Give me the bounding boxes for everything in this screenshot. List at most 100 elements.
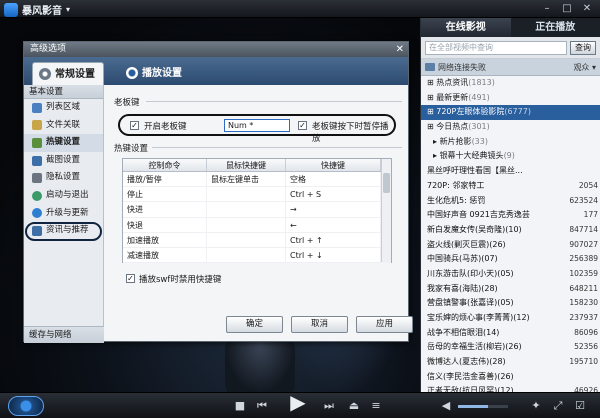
video-list-item[interactable]: ⊞ 720P左眼体验影院(6777) <box>421 105 600 121</box>
nav-item-screenshot[interactable]: 截图设置 <box>24 152 103 170</box>
hotkey-table-row[interactable]: 快退 ← <box>123 217 391 233</box>
video-list-item[interactable]: 岳母的幸福生活(柳岩)(26) 52356 <box>421 340 600 355</box>
toolbox-icon[interactable]: ✦ <box>529 399 543 413</box>
ok-button[interactable]: 确定 <box>226 316 283 333</box>
cancel-button[interactable]: 取消 <box>291 316 348 333</box>
dialog-title: 高级选项 <box>30 44 67 54</box>
table-scrollbar[interactable] <box>381 159 391 262</box>
nav-item-startup-exit[interactable]: 启动与退出 <box>24 187 103 205</box>
minimize-icon[interactable]: – <box>541 3 553 14</box>
app-logo[interactable]: 暴风影音 ▾ <box>4 2 70 17</box>
video-list-item[interactable]: ⊞ 今日热点(301) <box>421 120 600 135</box>
video-list-item-count: (301) <box>468 122 490 132</box>
video-list-item[interactable]: 新白发魔女传(吴奇隆)(10) 847714 <box>421 223 600 238</box>
expand-box-icon[interactable]: ⊞ <box>427 122 436 131</box>
lock-icon <box>32 173 42 184</box>
column-header-command[interactable]: 控制命令 <box>123 159 207 171</box>
video-play-count: 847714 <box>569 224 598 234</box>
video-list-item-label: 今日热点 <box>436 122 469 132</box>
power-icon <box>32 190 42 201</box>
online-video-panel: 在线影视 正在播放 在全部视频中查询 查询 网络连接失败 观众 ▾ ⊞ 热点资讯… <box>420 18 600 392</box>
video-list-item[interactable]: 正者无敌(抗日风罕)(12) 46926 <box>421 384 600 392</box>
video-list-item[interactable]: 中国骑兵(马苏)(07) 256389 <box>421 252 600 267</box>
apply-button[interactable]: 应用 <box>356 316 413 333</box>
nav-item-file-association[interactable]: 文件关联 <box>24 117 103 135</box>
video-list-item-label: 我家有喜(海陆)(28) <box>427 283 498 293</box>
volume-icon[interactable]: ◀ <box>439 399 453 413</box>
boss-key-input[interactable]: Num * <box>224 119 290 132</box>
volume-slider[interactable] <box>458 405 508 408</box>
video-list-item[interactable]: 黑丝呼吁理性看国【黑丝... <box>421 164 600 179</box>
video-list-item[interactable]: 宝乐婶的烦心事(李菁菁)(12) 237937 <box>421 311 600 326</box>
hotkey-table-row[interactable]: 加速播放 Ctrl + ↑ <box>123 232 391 248</box>
expand-box-icon[interactable]: ⊞ <box>427 78 436 87</box>
video-list-item[interactable]: 720P: 邻家特工 2054 <box>421 179 600 194</box>
expand-box-icon[interactable]: ⊞ <box>427 107 436 116</box>
video-list-item[interactable]: 微博达人(夏志伟)(28) 195710 <box>421 355 600 370</box>
stop-icon[interactable]: ■ <box>233 399 247 413</box>
nav-item-upgrade[interactable]: 升级与更新 <box>24 205 103 223</box>
gear-icon <box>39 68 51 80</box>
tab-general-settings[interactable]: 常规设置 <box>32 62 104 85</box>
search-button[interactable]: 查询 <box>570 41 596 55</box>
video-list-item[interactable]: 信义(李民浩金喜善)(26) <box>421 370 600 385</box>
video-list-item-label: 生化危机5: 惩罚 <box>427 195 486 205</box>
hotkey-table-row[interactable]: 快进 → <box>123 202 391 218</box>
column-header-mouse[interactable]: 鼠标快捷键 <box>207 159 286 171</box>
video-list-item[interactable]: 生化危机5: 惩罚 623524 <box>421 194 600 209</box>
video-search-input[interactable]: 在全部视频中查询 <box>425 41 567 55</box>
view-mode-dropdown[interactable]: 观众 ▾ <box>573 62 596 73</box>
disable-swf-hotkeys-checkbox[interactable]: ✓ <box>126 274 135 283</box>
column-header-shortcut[interactable]: 快捷键 <box>286 159 381 171</box>
hotkey-section-title: 热键设置 <box>114 144 149 154</box>
video-list-item-label: 微博达人(夏志伟)(28) <box>427 357 506 367</box>
video-list-item[interactable]: 营盘镇警事(张嘉译)(05) 158230 <box>421 296 600 311</box>
checkbox-icon[interactable]: ☑ <box>573 399 587 413</box>
nav-item-hotkeys[interactable]: 热键设置 <box>24 134 103 152</box>
enable-boss-key-checkbox[interactable]: ✓ <box>130 121 139 130</box>
video-list-item-label: 最新更新 <box>436 92 469 102</box>
playlist-icon[interactable]: ≡ <box>369 399 383 413</box>
video-list: ⊞ 热点资讯(1813) ⊞ 最新更新(491) ⊞ 720P左眼体验影院(6777… <box>421 76 600 392</box>
nav-item-list-area[interactable]: 列表区域 <box>24 99 103 117</box>
hotkey-table-row[interactable]: 停止 Ctrl + S <box>123 187 391 203</box>
previous-icon[interactable]: ⏮ <box>255 399 269 413</box>
hotkey-table-row[interactable]: 减速播放 Ctrl + ↓ <box>123 247 391 264</box>
video-list-item-label: 川东游击队(印小天)(05) <box>427 268 514 278</box>
fullscreen-icon[interactable]: ⤢ <box>551 399 565 413</box>
tab-now-playing[interactable]: 正在播放 <box>511 18 600 37</box>
play-icon[interactable]: ▶ <box>287 392 309 412</box>
nav-item-privacy[interactable]: 隐私设置 <box>24 169 103 187</box>
enable-boss-key-label: 开启老板键 <box>144 122 187 132</box>
nav-header: 基本设置 <box>24 85 103 99</box>
video-list-item[interactable]: 我家有喜(海陆)(28) 648211 <box>421 282 600 297</box>
video-list-item[interactable]: ▸ 银幕十大经典镜头(9) <box>421 149 600 164</box>
video-list-item[interactable]: 盗火线(剿灭巨震)(26) 907027 <box>421 238 600 253</box>
scroll-thumb[interactable] <box>383 173 390 193</box>
video-list-item[interactable]: 川东游击队(印小天)(05) 102359 <box>421 267 600 282</box>
dialog-close-icon[interactable]: ✕ <box>396 42 404 57</box>
boss-key-section-title: 老板键 <box>114 98 140 108</box>
video-list-item-label: 热点资讯 <box>436 78 469 87</box>
video-list-item[interactable]: ⊞ 热点资讯(1813) <box>421 76 600 91</box>
video-list-item[interactable]: 中国好声音 0921吉克秀逸芸 177 <box>421 208 600 223</box>
hotkey-shortcut-cell: Ctrl + S <box>286 187 381 202</box>
expand-box-icon[interactable]: ⊞ <box>427 93 436 102</box>
left-eye-icon[interactable] <box>8 396 44 416</box>
video-list-item-count: (6777) <box>504 107 531 117</box>
next-icon[interactable]: ⏭ <box>322 399 336 413</box>
eject-icon[interactable]: ⏏ <box>347 399 361 413</box>
nav-item-cache-network[interactable]: 缓存与网络 <box>24 326 104 343</box>
video-list-item[interactable]: ⊞ 最新更新(491) <box>421 91 600 106</box>
video-list-item[interactable]: ▸ 新片抢影(33) <box>421 135 600 150</box>
hotkey-command-cell: 快进 <box>123 202 207 217</box>
tab-online-video[interactable]: 在线影视 <box>421 18 511 37</box>
hotkey-table-row[interactable]: 播放/暂停 鼠标左键单击 空格 <box>123 172 391 188</box>
pause-on-boss-key-checkbox[interactable]: ✓ <box>298 121 307 130</box>
video-list-item-label: 720P: 邻家特工 <box>427 180 485 190</box>
hotkey-command-cell: 加速播放 <box>123 232 207 247</box>
maximize-icon[interactable]: □ <box>561 3 573 14</box>
close-icon[interactable]: ✕ <box>581 3 593 14</box>
video-list-item[interactable]: 战争不相信眼泪(14) 86096 <box>421 326 600 341</box>
tab-playback-settings[interactable]: 播放设置 <box>120 62 190 85</box>
